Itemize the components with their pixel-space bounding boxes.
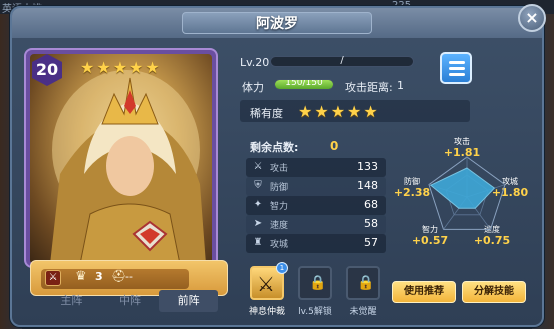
star-icon: ★: [96, 58, 111, 77]
star-icon: ★: [145, 58, 160, 77]
castle-icon: ♜: [253, 237, 263, 248]
list-icon-line: [449, 73, 465, 76]
list-icon-line: [449, 61, 465, 64]
radar-value-area: [429, 167, 496, 209]
stamina-bar: 150/150: [274, 79, 334, 90]
hero-portrait: [30, 54, 212, 264]
boot-icon: ➤: [253, 218, 263, 229]
experience-text: /: [340, 55, 344, 66]
star-icon: ★: [80, 58, 95, 77]
star-icon: ★: [347, 102, 362, 121]
sword-icon: ⚔: [253, 161, 263, 172]
attribute-value: 57: [364, 236, 378, 249]
star-icon: ★: [330, 102, 346, 121]
attribute-name: 防御: [270, 183, 289, 193]
rarity-label: 稀有度: [250, 107, 283, 120]
brain-icon: ✦: [253, 199, 263, 210]
stamina-label: 体力: [242, 81, 264, 94]
experience-bar: /: [270, 55, 414, 67]
weapon-icon[interactable]: ⚔: [45, 270, 61, 286]
lock-icon: 🔒: [357, 275, 375, 291]
attack-range-value: 1: [397, 79, 404, 92]
attribute-row-speed: ➤ 速度 58: [246, 215, 386, 234]
hero-info-panel: 阿波罗 × 20 ★ ★ ★ ★ ★ ⚔ ♛ 3 ⛑ -- 主阵 中阵 前阵 L…: [10, 4, 546, 327]
star-icon: ★: [298, 102, 313, 121]
list-icon-line: [449, 67, 465, 70]
title-bar: 阿波罗: [12, 8, 542, 38]
skill-slot-3[interactable]: 🔒: [346, 266, 380, 300]
star-icon: ★: [129, 58, 144, 77]
attack-range-label: 攻击距离:: [345, 81, 393, 94]
crown-icon: ♛: [75, 269, 87, 284]
skill-slot-1[interactable]: ⚔ 1: [250, 262, 288, 300]
shield-icon: ⛨: [254, 180, 262, 191]
use-recommended-button[interactable]: 使用推荐: [392, 281, 456, 303]
window-title: 阿波罗: [256, 16, 298, 32]
skill-slot-2[interactable]: 🔒: [298, 266, 332, 300]
star-icon: ★: [112, 58, 128, 77]
rarity-stars: ★ ★ ★ ★ ★: [298, 102, 378, 121]
attribute-name: 速度: [270, 221, 289, 231]
tab-front-formation[interactable]: 前阵: [159, 290, 219, 312]
attribute-row-intellect: ✦ 智力 68: [246, 196, 386, 215]
details-list-button[interactable]: [440, 52, 472, 84]
skill-art-icon: ⚔: [257, 272, 275, 296]
attribute-name: 攻击: [270, 164, 289, 174]
attribute-name: 智力: [270, 202, 289, 212]
attribute-radar-chart: [428, 156, 506, 230]
attribute-value: 148: [357, 179, 378, 192]
helmet-value: --: [125, 270, 133, 283]
attribute-value: 68: [364, 198, 378, 211]
attribute-row-siege: ♜ 攻城 57: [246, 234, 386, 253]
skill-level-badge: 1: [276, 262, 288, 274]
hero-portrait-art: [50, 70, 206, 264]
crown-count: 3: [95, 270, 103, 283]
hero-card: 20 ★ ★ ★ ★ ★: [24, 48, 218, 268]
attribute-row-attack: ⚔ 攻击 133: [246, 158, 386, 177]
tab-middle-formation[interactable]: 中阵: [101, 290, 160, 312]
star-icon: ★: [363, 102, 378, 121]
formation-position-tabs: 主阵 中阵 前阵: [42, 290, 219, 312]
attribute-row-defense: ⛨ 防御 148: [246, 177, 386, 196]
attribute-value: 58: [364, 217, 378, 230]
tab-main-formation[interactable]: 主阵: [42, 290, 101, 312]
attribute-name: 攻城: [270, 240, 289, 250]
remaining-points-value: 0: [330, 139, 339, 153]
star-icon: ★: [314, 102, 329, 121]
decompose-skill-button[interactable]: 分解技能: [462, 281, 526, 303]
remaining-points-label: 剩余点数:: [250, 141, 299, 154]
stamina-text: 150/150: [285, 79, 323, 88]
attribute-table: ⚔ 攻击 133 ⛨ 防御 148 ✦ 智力 68 ➤ 速度 58 ♜ 攻城 5…: [246, 158, 386, 253]
hero-level-label: Lv.20: [240, 56, 270, 69]
game-screen: 英语大挑 225 阿波罗 ×: [0, 0, 554, 329]
hero-star-rating: ★ ★ ★ ★ ★: [80, 58, 160, 77]
attribute-value: 133: [357, 160, 378, 173]
lock-icon: 🔒: [309, 275, 327, 291]
close-button[interactable]: ×: [518, 4, 546, 32]
skill-name-3: 未觉醒: [349, 307, 377, 317]
helmet-icon: ⛑: [111, 269, 127, 283]
